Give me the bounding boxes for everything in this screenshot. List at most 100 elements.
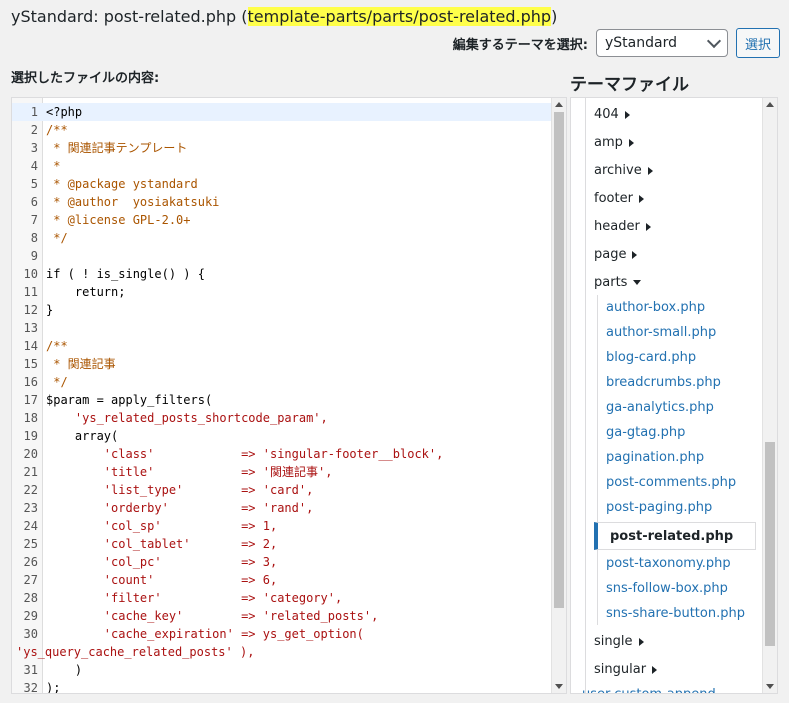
line-number: 12 (23, 303, 38, 317)
code-line[interactable]: 9 (12, 247, 552, 265)
code-line[interactable]: 1 <?php (12, 103, 552, 121)
code-line[interactable]: 16 */ (12, 373, 552, 391)
file-sns-share-button[interactable]: sns-share-button.php (606, 606, 745, 621)
file-post-related[interactable]: post-related.php (594, 522, 756, 550)
file-breadcrumbs[interactable]: breadcrumbs.php (606, 375, 721, 390)
title-suffix: ) (551, 7, 558, 26)
file-ga-gtag[interactable]: ga-gtag.php (606, 425, 685, 440)
code-line[interactable]: 5 * @package ystandard (12, 175, 552, 193)
code-text: */ (46, 231, 68, 245)
caret-right-icon (647, 166, 653, 175)
file-sns-follow-box[interactable]: sns-follow-box.php (606, 581, 728, 596)
code-text: * 関連記事テンプレート (46, 141, 188, 155)
code-line[interactable]: 7 * @license GPL-2.0+ (12, 211, 552, 229)
folder-label: page (594, 247, 627, 262)
tree-scrollbar[interactable] (762, 98, 777, 693)
code-line[interactable]: 15 * 関連記事 (12, 355, 552, 373)
tree-sub-guide-line (597, 295, 598, 625)
file-post-paging[interactable]: post-paging.php (606, 500, 712, 515)
code-line[interactable]: 11 return; (12, 283, 552, 301)
code-line[interactable]: 21 'title' => '関連記事', (12, 463, 552, 481)
editor-scrollbar[interactable] (551, 98, 566, 693)
code-line[interactable]: 4 * (12, 157, 552, 175)
folder-single[interactable]: single (594, 634, 644, 649)
file-post-taxonomy[interactable]: post-taxonomy.php (606, 556, 731, 571)
code-line[interactable]: 28 'filter' => 'category', (12, 589, 552, 607)
code-line[interactable]: 'ys_query_cache_related_posts' ), (12, 643, 552, 661)
code-editor[interactable]: 1 <?php 2 /** 3 * 関連記事テンプレート 4 * 5 * @package … (11, 97, 567, 694)
line-number: 26 (23, 555, 38, 569)
code-line[interactable]: 23 'orderby' => 'rand', (12, 499, 552, 517)
code-line[interactable]: 32); (12, 679, 552, 693)
folder-page[interactable]: page (594, 247, 638, 262)
folder-label: parts (594, 275, 628, 290)
code-line[interactable]: 8 */ (12, 229, 552, 247)
file-blog-card[interactable]: blog-card.php (606, 350, 696, 365)
code-line[interactable]: 31 ) (12, 661, 552, 679)
code-text: 'list_type' => 'card', (46, 483, 314, 497)
line-number: 18 (23, 411, 38, 425)
code-line[interactable]: 25 'col_tablet' => 2, (12, 535, 552, 553)
file-ga-analytics[interactable]: ga-analytics.php (606, 400, 714, 415)
folder-parts[interactable]: parts (594, 275, 642, 290)
line-number: 16 (23, 375, 38, 389)
code-line[interactable]: 19 array( (12, 427, 552, 445)
code-text: 'filter' => 'category', (46, 591, 343, 605)
file-pagination[interactable]: pagination.php (606, 450, 704, 465)
code-text: 'col_sp' => 1, (46, 519, 278, 533)
editor-scrollbar-thumb[interactable] (554, 112, 564, 608)
scroll-down-icon[interactable] (766, 684, 774, 689)
code-line[interactable]: 3 * 関連記事テンプレート (12, 139, 552, 157)
code-line[interactable]: 20 'class' => 'singular-footer__block', (12, 445, 552, 463)
code-line[interactable]: 22 'list_type' => 'card', (12, 481, 552, 499)
caret-right-icon (628, 138, 634, 147)
code-line[interactable]: 17 $param = apply_filters( (12, 391, 552, 409)
code-text: array( (46, 429, 119, 443)
scroll-up-icon[interactable] (555, 102, 563, 107)
code-text: <?php (46, 105, 83, 119)
line-number: 25 (23, 537, 38, 551)
code-line[interactable]: 29 'cache_key' => 'related_posts', (12, 607, 552, 625)
code-line[interactable]: 12} (12, 301, 552, 319)
theme-select-row: 編集するテーマを選択: yStandard 選択 (453, 28, 780, 58)
file-author-box[interactable]: author-box.php (606, 300, 705, 315)
page-title: yStandard: post-related.php (template-pa… (11, 5, 557, 29)
code-text: * 関連記事 (46, 357, 116, 371)
code-text: /** (46, 123, 68, 137)
folder-singular[interactable]: singular (594, 662, 658, 677)
folder-label: 404 (594, 107, 619, 122)
code-content[interactable]: 1 <?php 2 /** 3 * 関連記事テンプレート 4 * 5 * @package … (12, 103, 552, 693)
select-theme-button[interactable]: 選択 (735, 28, 780, 58)
line-number: 21 (23, 465, 38, 479)
tree-scrollbar-thumb[interactable] (765, 442, 775, 646)
code-line[interactable]: 2 /** (12, 121, 552, 139)
code-line[interactable]: 30 'cache_expiration' => ys_get_option( (12, 625, 552, 643)
folder-label: archive (594, 163, 642, 178)
theme-select[interactable]: yStandard (595, 29, 728, 57)
code-line[interactable]: 6 * @author yosiakatsuki (12, 193, 552, 211)
line-number: 2 (30, 123, 38, 137)
file-post-comments[interactable]: post-comments.php (606, 475, 736, 490)
code-line[interactable]: 18 'ys_related_posts_shortcode_param', (12, 409, 552, 427)
code-line[interactable]: 13 (12, 319, 552, 337)
caret-right-icon (624, 110, 630, 119)
folder-404[interactable]: 404 (594, 107, 630, 122)
line-number: 4 (30, 159, 38, 173)
code-text: * @package ystandard (46, 177, 198, 191)
code-line[interactable]: 14 /** (12, 337, 552, 355)
folder-user-custom-append[interactable]: user-custom-append (582, 687, 716, 693)
folder-label: footer (594, 191, 633, 206)
folder-header[interactable]: header (594, 219, 651, 234)
folder-archive[interactable]: archive (594, 163, 653, 178)
code-line[interactable]: 26 'col_pc' => 3, (12, 553, 552, 571)
code-line[interactable]: 10 if ( ! is_single() ) { (12, 265, 552, 283)
file-author-small[interactable]: author-small.php (606, 325, 716, 340)
folder-footer[interactable]: footer (594, 191, 644, 206)
line-number: 15 (23, 357, 38, 371)
scroll-up-icon[interactable] (766, 102, 774, 107)
code-line[interactable]: 24 'col_sp' => 1, (12, 517, 552, 535)
scroll-down-icon[interactable] (555, 684, 563, 689)
code-line[interactable]: 27 'count' => 6, (12, 571, 552, 589)
folder-amp[interactable]: amp (594, 135, 634, 150)
